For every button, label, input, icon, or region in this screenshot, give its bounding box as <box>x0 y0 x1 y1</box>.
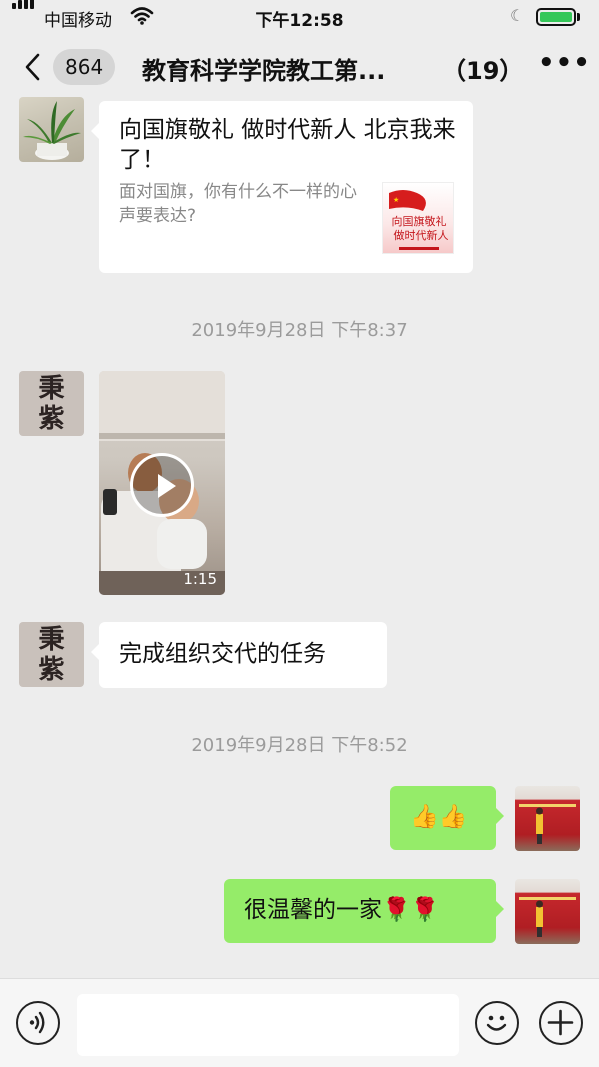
avatar-calligraphy[interactable]: 秉 紫 <box>19 622 84 687</box>
input-bar <box>0 978 599 1067</box>
timestamp: 2019年9月28日 下午8:52 <box>191 735 408 756</box>
link-card[interactable]: 向国旗敬礼 做时代新人 北京我来了！ 面对国旗，你有什么不一样的心声要表达? ★… <box>91 101 473 273</box>
chat-title: 教育科学学院教工第... <box>142 57 386 85</box>
message-bubble-incoming[interactable]: 完成组织交代的任务 <box>91 622 387 688</box>
message-bubble-outgoing[interactable]: 👍👍 <box>390 786 504 850</box>
video-duration: 1:15 <box>183 570 217 588</box>
avatar-self[interactable] <box>515 879 580 944</box>
avatar-calligraphy[interactable]: 秉 紫 <box>19 371 84 436</box>
video-message[interactable]: 1:15 <box>99 371 225 595</box>
link-card-title: 向国旗敬礼 做时代新人 北京我来了！ <box>119 117 456 173</box>
voice-icon[interactable] <box>16 1001 60 1045</box>
svg-text:做时代新人: 做时代新人 <box>394 228 449 242</box>
message-input[interactable] <box>77 994 459 1056</box>
emoji-icon[interactable] <box>475 1001 519 1045</box>
flag-icon: ★ 向国旗敬礼 做时代新人 <box>389 190 449 250</box>
more-icon[interactable]: ••• <box>538 48 591 78</box>
avatar-plant[interactable] <box>19 97 84 162</box>
link-card-thumbnail: ★ 向国旗敬礼 做时代新人 <box>382 182 454 254</box>
link-card-description: 面对国旗，你有什么不一样的心声要表达? <box>119 182 357 226</box>
message-bubble-outgoing[interactable]: 很温馨的一家🌹🌹 <box>224 879 504 943</box>
battery-icon <box>536 8 576 26</box>
message-text: 👍👍 <box>410 804 468 830</box>
message-text: 很温馨的一家🌹🌹 <box>244 897 440 923</box>
unread-count-badge[interactable]: 864 <box>53 49 116 85</box>
member-count: （19） <box>442 57 524 85</box>
do-not-disturb-icon: ☾ <box>510 6 525 25</box>
battery-cap <box>577 13 580 21</box>
svg-text:★: ★ <box>393 196 399 204</box>
message-text: 完成组织交代的任务 <box>119 641 326 667</box>
avatar-self[interactable] <box>515 786 580 851</box>
chevron-left-icon[interactable] <box>22 52 42 82</box>
timestamp: 2019年9月28日 下午8:37 <box>191 320 408 341</box>
play-icon[interactable] <box>130 453 194 517</box>
svg-text:向国旗敬礼: 向国旗敬礼 <box>392 214 447 228</box>
plus-icon[interactable] <box>539 1001 583 1045</box>
plant-image <box>23 101 81 160</box>
status-bar: 中国移动 下午12:58 ☾ <box>0 0 599 34</box>
chat-header: 864 教育科学学院教工第... （19） ••• <box>0 34 599 100</box>
